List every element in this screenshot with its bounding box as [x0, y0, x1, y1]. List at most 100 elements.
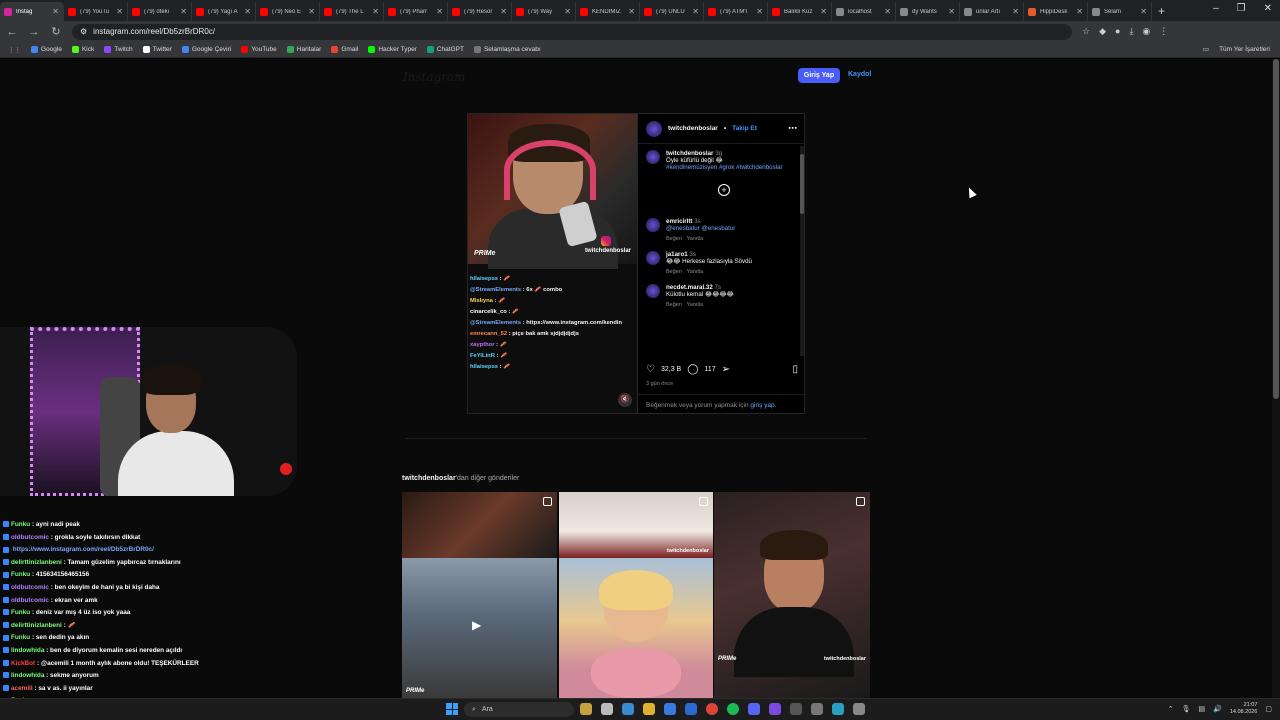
- reply-button[interactable]: Yanıtla: [687, 269, 704, 275]
- browser-tab[interactable]: (79) The L ✕: [320, 2, 384, 21]
- spotify-icon[interactable]: [727, 703, 739, 715]
- store-icon[interactable]: [664, 703, 676, 715]
- minimize-icon[interactable]: –: [1213, 3, 1219, 14]
- close-tab-icon[interactable]: ✕: [692, 7, 699, 16]
- bookmark-item[interactable]: Google Çeviri: [181, 46, 231, 53]
- play-icon[interactable]: ▶: [472, 618, 481, 632]
- follow-button[interactable]: Takip Et: [732, 125, 757, 132]
- post-thumbnail[interactable]: PRIMe ▶: [402, 558, 557, 698]
- page-scrollbar[interactable]: [1272, 59, 1280, 698]
- close-tab-icon[interactable]: ✕: [564, 7, 571, 16]
- bookmark-item[interactable]: Selamlaşma cevabı: [473, 46, 541, 53]
- post-thumbnail[interactable]: [559, 558, 713, 698]
- close-tab-icon[interactable]: ✕: [244, 7, 251, 16]
- login-button[interactable]: Giriş Yap: [798, 68, 840, 83]
- explorer-icon[interactable]: [643, 703, 655, 715]
- taskview-icon[interactable]: [601, 703, 613, 715]
- app-icon[interactable]: [769, 703, 781, 715]
- post-username[interactable]: twitchdenboslar: [668, 125, 718, 132]
- close-tab-icon[interactable]: ✕: [180, 7, 187, 16]
- browser-tab[interactable]: localhost ✕: [832, 2, 896, 21]
- extension-icon[interactable]: ◆: [1099, 26, 1106, 37]
- widget-icon[interactable]: [580, 703, 592, 715]
- comment-username[interactable]: ja1aro1: [666, 251, 688, 258]
- chrome-icon[interactable]: [706, 703, 718, 715]
- bookmark-item[interactable]: Google: [31, 46, 62, 53]
- app-icon[interactable]: [790, 703, 802, 715]
- login-link[interactable]: giriş yap.: [750, 402, 776, 409]
- close-tab-icon[interactable]: ✕: [52, 7, 59, 16]
- close-tab-icon[interactable]: ✕: [820, 7, 827, 16]
- browser-tab[interactable]: (79) ÜNLÜ ✕: [640, 2, 704, 21]
- notification-icon[interactable]: ▢: [1265, 705, 1272, 713]
- browser-tab[interactable]: (79) ötekı ✕: [128, 2, 192, 21]
- browser-tab[interactable]: KENDİMİZ ✕: [576, 2, 640, 21]
- reply-button[interactable]: Yanıtla: [687, 236, 704, 242]
- avatar[interactable]: [646, 218, 660, 232]
- download-icon[interactable]: ⤓: [1129, 26, 1133, 37]
- browser-tab[interactable]: HippiDesk ✕: [1024, 2, 1088, 21]
- post-thumbnail[interactable]: [402, 492, 557, 558]
- bookmark-item[interactable]: Hacker Typer: [368, 46, 417, 53]
- menu-icon[interactable]: ⋮: [1159, 26, 1168, 37]
- maximize-icon[interactable]: ❐: [1237, 3, 1246, 14]
- mute-icon[interactable]: 🔇: [618, 393, 632, 407]
- close-tab-icon[interactable]: ✕: [1140, 7, 1147, 16]
- like-comment-button[interactable]: Beğen: [666, 236, 682, 242]
- bookmark-star-icon[interactable]: ☆: [1082, 26, 1090, 37]
- bookmark-item[interactable]: Gmail: [331, 46, 358, 53]
- add-comment-icon[interactable]: +: [718, 184, 730, 196]
- bookmark-item[interactable]: Twitter: [142, 46, 172, 53]
- comments-scrollbar[interactable]: [800, 146, 804, 356]
- bookmark-item[interactable]: Kick: [71, 46, 94, 53]
- back-icon[interactable]: ←: [6, 26, 18, 38]
- tray-chevron-icon[interactable]: ⌃: [1168, 705, 1174, 713]
- browser-tab[interactable]: (79) Yagı A ✕: [192, 2, 256, 21]
- network-icon[interactable]: ▤: [1199, 705, 1206, 713]
- browser-tab[interactable]: unlar Artı ✕: [960, 2, 1024, 21]
- bookmark-item[interactable]: Haritalar: [286, 46, 321, 53]
- browser-tab[interactable]: (79) Resor ✕: [448, 2, 512, 21]
- close-tab-icon[interactable]: ✕: [1076, 7, 1083, 16]
- bookmark-icon[interactable]: ▯: [792, 364, 798, 375]
- close-tab-icon[interactable]: ✕: [116, 7, 123, 16]
- comment-username[interactable]: necdet.maral.32: [666, 284, 713, 291]
- bookmark-item[interactable]: YouTube: [241, 46, 277, 53]
- start-icon[interactable]: [446, 703, 458, 715]
- clock[interactable]: 21:07 14.08.2026: [1230, 702, 1258, 716]
- avatar[interactable]: [646, 251, 660, 265]
- share-icon[interactable]: ➢: [722, 364, 730, 375]
- bookmark-item[interactable]: Twitch: [104, 46, 133, 53]
- bookmark-item[interactable]: ChatGPT: [426, 46, 464, 53]
- mic-icon[interactable]: 🎙: [1182, 705, 1191, 713]
- close-tab-icon[interactable]: ✕: [756, 7, 763, 16]
- settings-icon[interactable]: [853, 703, 865, 715]
- caption-tags[interactable]: #kendinemüzisyen #grok #twitchdenboslar: [666, 164, 783, 171]
- close-tab-icon[interactable]: ✕: [628, 7, 635, 16]
- extension-icon[interactable]: ●: [1115, 26, 1120, 37]
- avatar[interactable]: [646, 150, 660, 164]
- taskbar-search[interactable]: ⌕ Ara: [464, 702, 574, 717]
- reply-button[interactable]: Yanıtla: [687, 302, 704, 308]
- close-tab-icon[interactable]: ✕: [436, 7, 443, 16]
- close-tab-icon[interactable]: ✕: [500, 7, 507, 16]
- apps-icon[interactable]: ⋮⋮: [8, 46, 21, 54]
- comment-username[interactable]: emricirltt: [666, 218, 692, 225]
- browser-tab[interactable]: (79) Neo E ✕: [256, 2, 320, 21]
- browser-tab[interactable]: (79) Pharr ✕: [384, 2, 448, 21]
- browser-tab[interactable]: dy Wants ✕: [896, 2, 960, 21]
- post-thumbnail[interactable]: PRIMe twitchdenboslar: [714, 492, 870, 698]
- comment-icon[interactable]: ◯: [687, 364, 698, 375]
- browser-tab[interactable]: (79) Way ✕: [512, 2, 576, 21]
- caption-username[interactable]: twitchdenboslar: [666, 150, 713, 157]
- forward-icon[interactable]: →: [28, 26, 40, 38]
- reload-icon[interactable]: ↻: [50, 25, 62, 38]
- browser-tab[interactable]: Instag ✕: [0, 2, 64, 21]
- close-tab-icon[interactable]: ✕: [1012, 7, 1019, 16]
- like-comment-button[interactable]: Beğen: [666, 269, 682, 275]
- browser-tab[interactable]: (79) ATM'I ✕: [704, 2, 768, 21]
- browser-tab[interactable]: Selam ✕: [1088, 2, 1152, 21]
- avatar[interactable]: [646, 284, 660, 298]
- all-bookmarks[interactable]: ▭ Tüm Yer İşaretleri: [1195, 45, 1270, 54]
- close-tab-icon[interactable]: ✕: [372, 7, 379, 16]
